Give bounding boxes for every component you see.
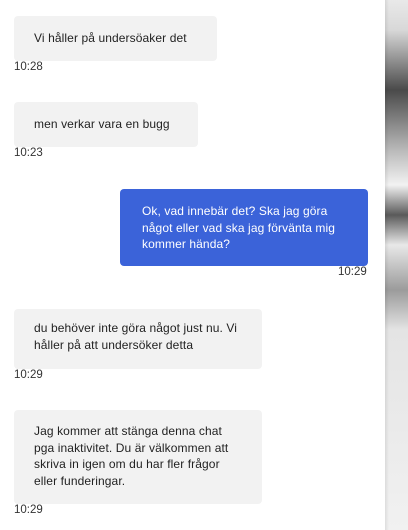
agent-message: men verkar vara en bugg bbox=[14, 102, 198, 147]
background-page bbox=[385, 0, 408, 530]
agent-message: Vi håller på undersöaker det bbox=[14, 16, 217, 61]
message-timestamp: 10:28 bbox=[14, 61, 43, 73]
user-message: Ok, vad innebär det? Ska jag göra något … bbox=[120, 189, 368, 266]
message-timestamp: 10:29 bbox=[14, 504, 43, 516]
agent-message: Jag kommer att stänga denna chat pga ina… bbox=[14, 410, 262, 504]
message-timestamp: 10:29 bbox=[338, 266, 367, 278]
agent-message: du behöver inte göra något just nu. Vi h… bbox=[14, 309, 262, 369]
chat-window: Vi håller på undersöaker det 10:28 men v… bbox=[0, 0, 408, 530]
message-timestamp: 10:29 bbox=[14, 369, 43, 381]
message-timestamp: 10:23 bbox=[14, 147, 43, 159]
message-list[interactable]: Vi håller på undersöaker det 10:28 men v… bbox=[0, 0, 385, 530]
